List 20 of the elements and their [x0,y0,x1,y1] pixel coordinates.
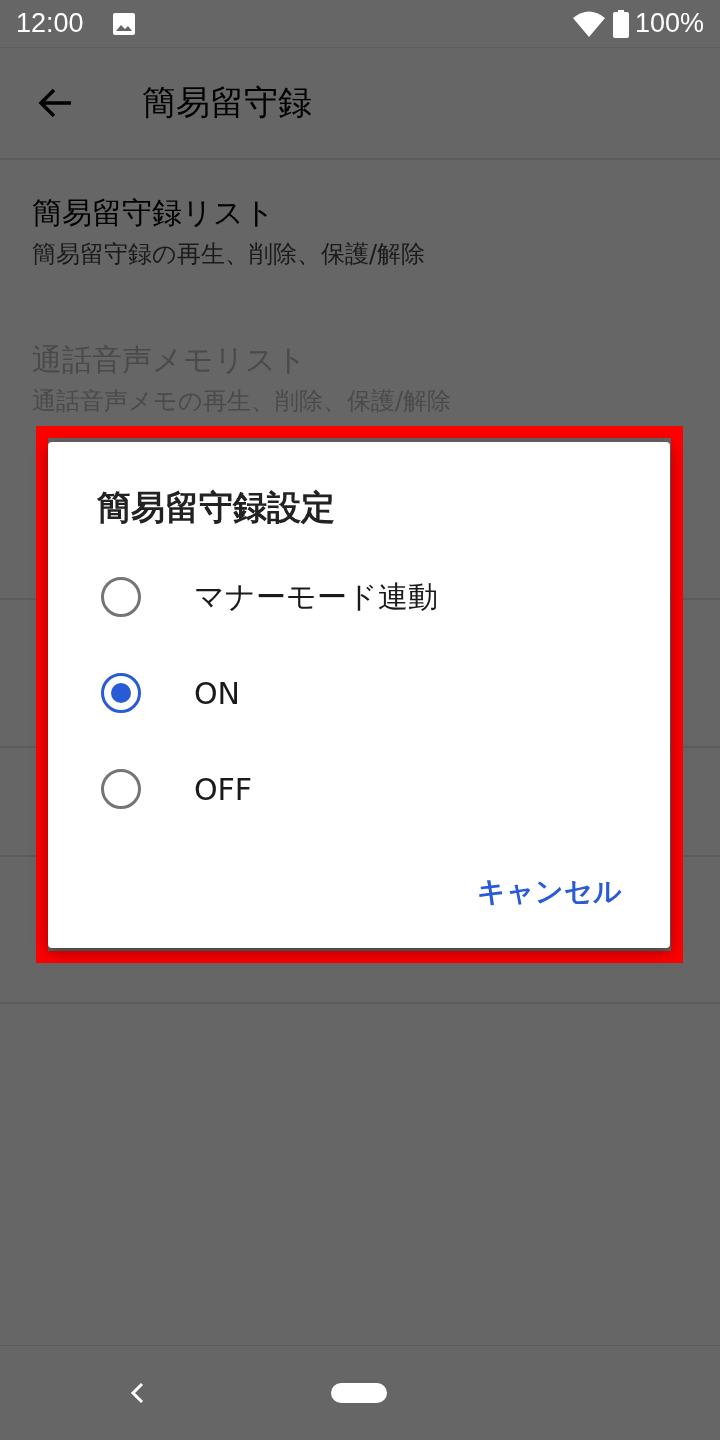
wifi-icon [572,10,605,37]
radio-button[interactable] [101,673,141,713]
dialog-title: 簡易留守録設定 [97,486,336,529]
radio-button[interactable] [101,769,141,809]
battery-percent: 100% [634,8,704,39]
preference-item[interactable]: 簡易留守録リスト 簡易留守録の再生、削除、保護/解除 [0,160,720,307]
clock-time: 12:00 [16,8,84,39]
option-label: マナーモード連動 [194,577,438,616]
image-icon [111,11,136,36]
option-label: ON [194,675,241,711]
battery-icon [612,9,629,38]
back-arrow-icon[interactable] [38,88,72,118]
radio-button[interactable] [101,577,141,617]
screen-title: 簡易留守録 [142,81,312,124]
back-icon[interactable] [130,1382,144,1404]
preference-title: 簡易留守録リスト [32,194,276,232]
option-label: OFF [194,771,253,807]
home-pill-icon[interactable] [331,1383,387,1403]
cancel-button[interactable]: キャンセル [465,864,634,920]
preference-summary: 簡易留守録の再生、削除、保護/解除 [32,239,427,270]
